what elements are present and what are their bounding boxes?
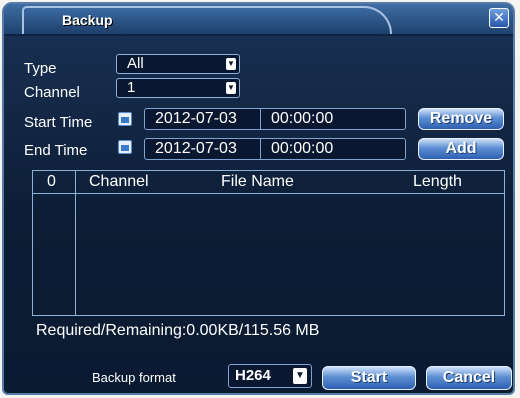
type-dropdown[interactable]: All ▼: [116, 54, 240, 74]
channel-label: Channel: [24, 84, 80, 101]
column-header-length: Length: [413, 173, 462, 190]
table-header: 0 Channel File Name Length: [33, 171, 504, 194]
channel-value: 1: [127, 79, 136, 96]
file-table[interactable]: 0 Channel File Name Length: [32, 170, 505, 316]
title-bar: Backup ✕: [4, 4, 513, 36]
column-header-channel: Channel: [89, 173, 149, 190]
backup-format-select[interactable]: H264 ▼: [228, 364, 312, 388]
type-label: Type: [24, 60, 57, 77]
close-icon[interactable]: ✕: [489, 8, 509, 28]
end-time-label: End Time: [24, 142, 88, 159]
remove-button[interactable]: Remove: [418, 108, 504, 130]
channel-dropdown[interactable]: 1 ▼: [116, 78, 240, 98]
start-date[interactable]: 2012-07-03: [155, 109, 237, 129]
calendar-icon[interactable]: [118, 112, 132, 126]
add-button[interactable]: Add: [418, 138, 504, 160]
backup-format-label: Backup format: [92, 370, 176, 385]
start-time-field[interactable]: 2012-07-03 00:00:00: [144, 108, 406, 130]
start-button[interactable]: Start: [322, 366, 416, 390]
start-time-label: Start Time: [24, 114, 93, 131]
backup-dialog: Backup ✕ Type All ▼ Channel 1 ▼ Start Ti…: [2, 2, 515, 395]
type-value: All: [127, 55, 144, 72]
column-header-index: 0: [47, 173, 56, 190]
end-time-field[interactable]: 2012-07-03 00:00:00: [144, 138, 406, 160]
end-time[interactable]: 00:00:00: [271, 139, 333, 159]
cancel-button[interactable]: Cancel: [426, 366, 512, 390]
chevron-down-icon: ▼: [293, 368, 307, 384]
start-time[interactable]: 00:00:00: [271, 109, 333, 129]
column-header-file-name: File Name: [221, 173, 294, 190]
column-divider: [75, 171, 76, 315]
date-time-divider: [260, 139, 261, 159]
storage-status: Required/Remaining:0.00KB/115.56 MB: [36, 322, 320, 339]
end-date[interactable]: 2012-07-03: [155, 139, 237, 159]
date-time-divider: [260, 109, 261, 129]
backup-format-value: H264: [235, 367, 271, 384]
chevron-down-icon: ▼: [226, 58, 236, 70]
chevron-down-icon: ▼: [226, 82, 236, 94]
calendar-icon[interactable]: [118, 140, 132, 154]
window-title: Backup: [62, 12, 113, 28]
